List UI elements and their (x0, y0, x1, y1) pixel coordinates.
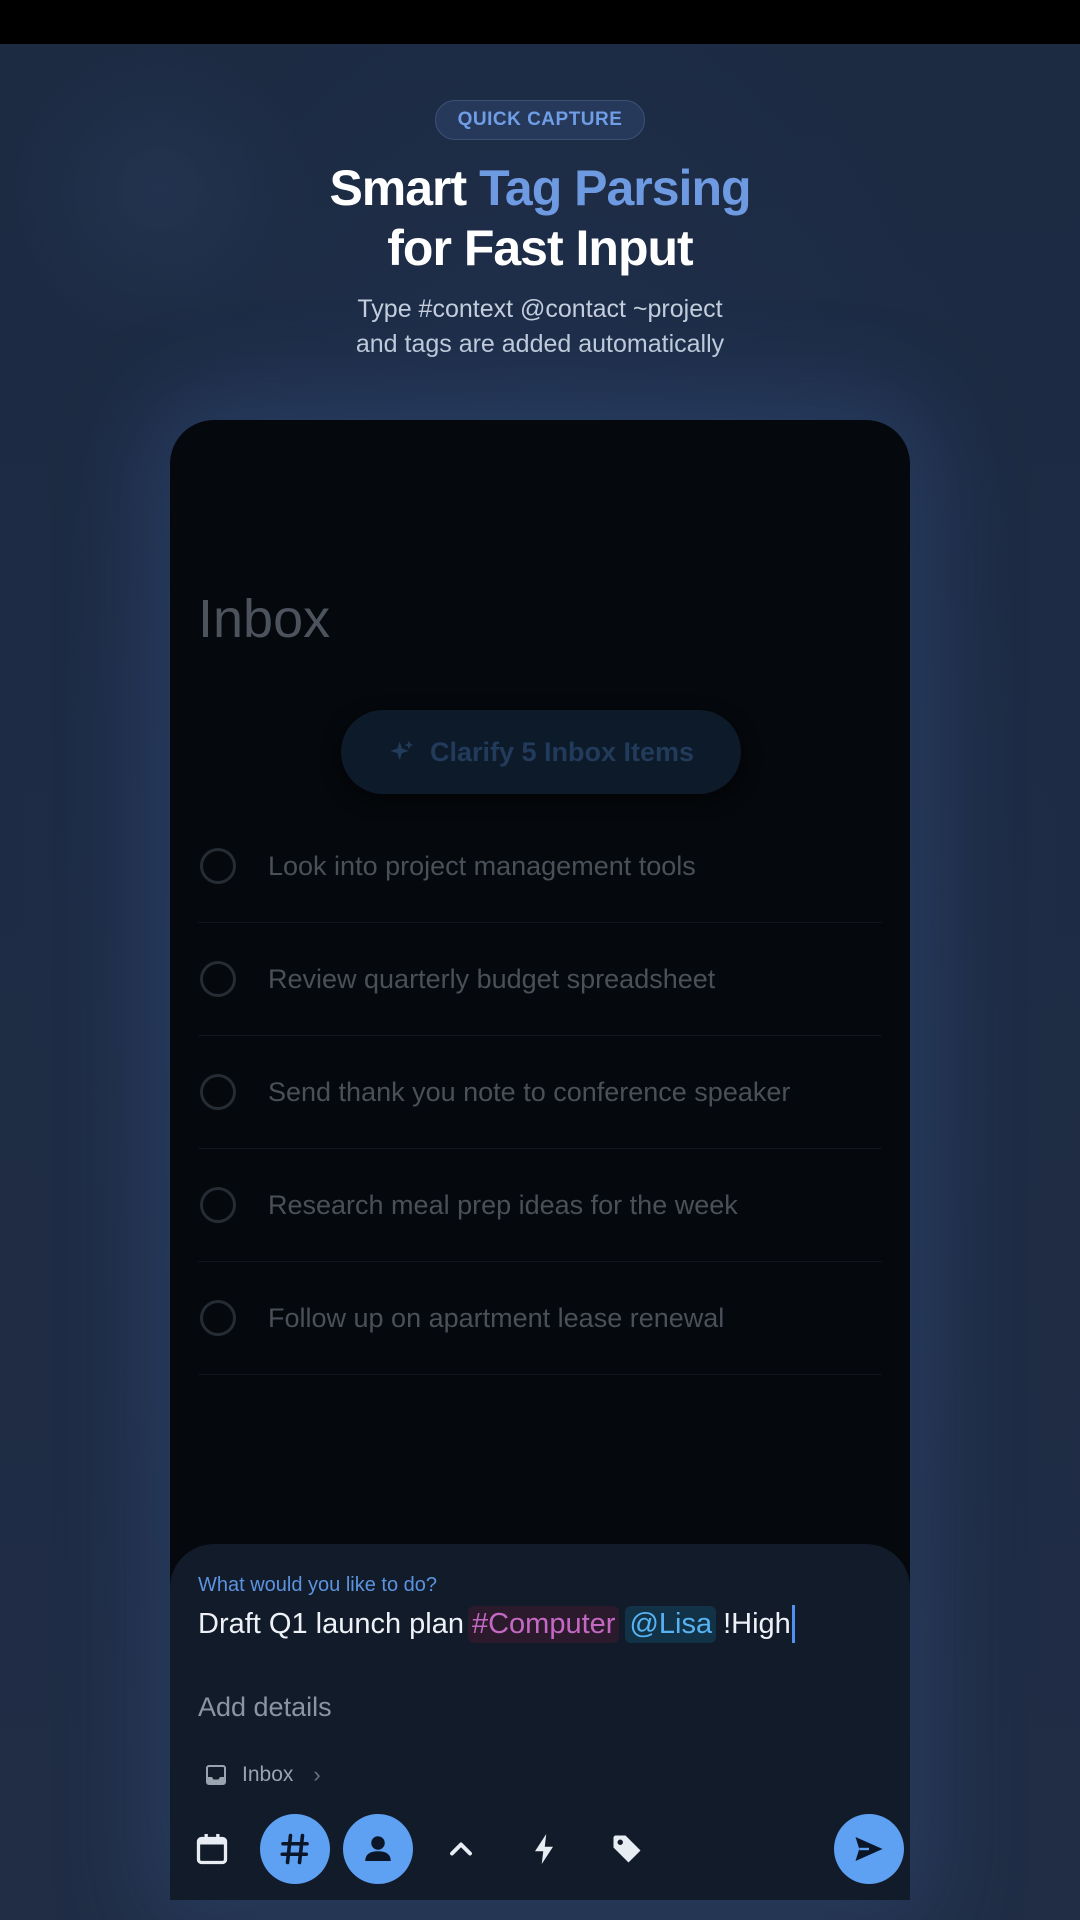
status-bar (0, 0, 1080, 44)
page-title: Inbox (198, 589, 331, 649)
list-item[interactable]: Review quarterly budget spreadsheet (198, 923, 882, 1036)
list-item-text: Review quarterly budget spreadsheet (268, 963, 716, 994)
complete-checkbox[interactable] (200, 1187, 236, 1223)
bolt-icon (535, 1834, 553, 1864)
subtitle-line2: and tags are added automatically (355, 330, 725, 358)
tag-icon (613, 1835, 641, 1863)
headline-line2: for Fast Input (387, 220, 693, 276)
project-selector[interactable]: Inbox › (204, 1762, 321, 1788)
list-item-text: Research meal prep ideas for the week (268, 1189, 738, 1220)
clarify-button-label: Clarify 5 Inbox Items (429, 736, 695, 767)
clarify-button[interactable]: Clarify 5 Inbox Items (341, 710, 741, 794)
input-prompt-label: What would you like to do? (198, 1574, 438, 1596)
text-caret (791, 1605, 795, 1643)
energy-button[interactable] (509, 1814, 579, 1884)
complete-checkbox[interactable] (200, 1300, 236, 1336)
headline-accent: Tag Parsing (479, 160, 751, 216)
send-icon (855, 1837, 883, 1861)
project-label: Inbox (242, 1763, 294, 1786)
priority-tag: !High (723, 1607, 791, 1640)
contact-button[interactable] (343, 1814, 413, 1884)
priority-button[interactable] (426, 1814, 496, 1884)
list-item[interactable]: Follow up on apartment lease renewal (198, 1262, 882, 1375)
task-title-input[interactable]: Draft Q1 launch plan #Computer @Lisa !Hi… (198, 1602, 795, 1646)
inbox-list: Look into project management tools Revie… (198, 810, 882, 1375)
list-item-text: Send thank you note to conference speake… (268, 1076, 791, 1107)
hash-icon (280, 1833, 309, 1865)
complete-checkbox[interactable] (200, 848, 236, 884)
list-item-text: Follow up on apartment lease renewal (268, 1302, 725, 1333)
feature-badge: QUICK CAPTURE (434, 100, 646, 140)
list-item[interactable]: Look into project management tools (198, 810, 882, 923)
hero: QUICK CAPTURE Smart Tag Parsing for Fast… (0, 100, 1080, 362)
send-button[interactable] (834, 1814, 904, 1884)
person-icon (365, 1836, 391, 1861)
task-text: Draft Q1 launch plan (198, 1607, 464, 1640)
calendar-icon (196, 1834, 228, 1865)
complete-checkbox[interactable] (200, 961, 236, 997)
date-button[interactable] (177, 1814, 247, 1884)
sparkle-icon (390, 740, 414, 761)
details-field[interactable]: Add details (198, 1692, 332, 1723)
context-tag-chip: #Computer (467, 1605, 620, 1643)
list-item[interactable]: Research meal prep ideas for the week (198, 1149, 882, 1262)
chevron-up-icon (450, 1842, 472, 1856)
headline-part1: Smart (329, 160, 480, 216)
context-tag-button[interactable] (260, 1814, 330, 1884)
capture-toolbar (170, 1814, 910, 1886)
subtitle-line1: Type #context @contact ~project (357, 295, 723, 323)
headline: Smart Tag Parsing for Fast Input (0, 158, 1080, 278)
phone-screen: Inbox Clarify 5 Inbox Items Look into pr… (170, 420, 910, 1900)
list-item[interactable]: Send thank you note to conference speake… (198, 1036, 882, 1149)
chevron-right-icon: › (313, 1762, 321, 1787)
complete-checkbox[interactable] (200, 1074, 236, 1110)
inbox-icon (206, 1765, 226, 1785)
quick-capture-sheet: What would you like to do? Draft Q1 laun… (170, 1544, 910, 1900)
contact-tag-chip: @Lisa (625, 1605, 717, 1643)
list-item-text: Look into project management tools (268, 850, 696, 881)
subtitle: Type #context @contact ~project and tags… (0, 292, 1080, 362)
tag-button[interactable] (592, 1814, 662, 1884)
